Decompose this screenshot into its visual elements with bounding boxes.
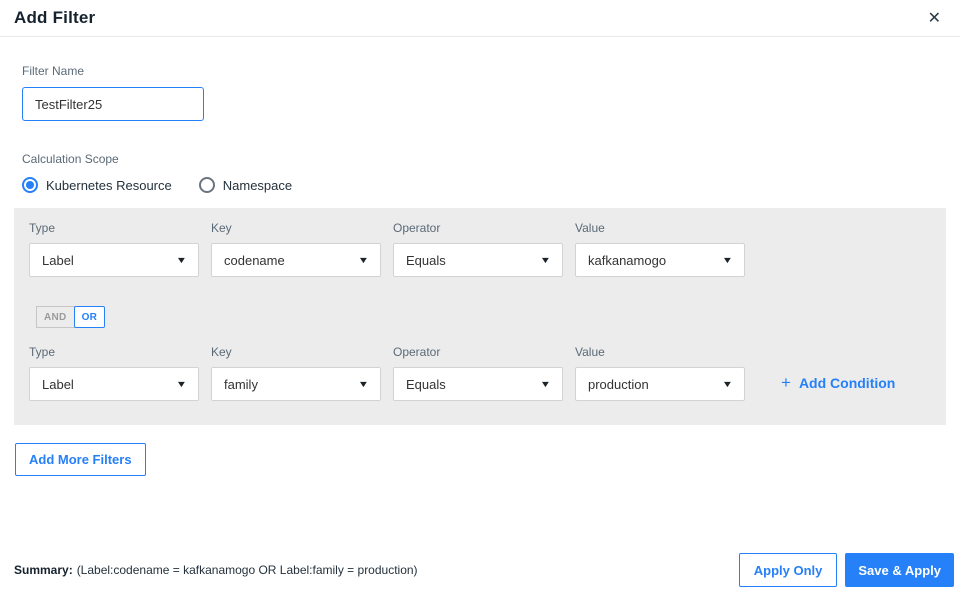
condition-field-type: Type Label ▼ xyxy=(29,221,199,277)
calculation-scope-label: Calculation Scope xyxy=(22,152,119,166)
chevron-down-icon: ▼ xyxy=(721,255,734,265)
condition-row-2: Type Label ▼ Key family ▼ Operator Equal… xyxy=(29,345,946,401)
condition-field-key: Key codename ▼ xyxy=(211,221,381,277)
save-apply-button[interactable]: Save & Apply xyxy=(845,553,954,587)
key-label: Key xyxy=(211,345,232,359)
chevron-down-icon: ▼ xyxy=(539,255,552,265)
radio-option-namespace[interactable]: Namespace xyxy=(198,177,293,193)
chevron-down-icon: ▼ xyxy=(357,379,370,389)
operator-dropdown[interactable]: Equals ▼ xyxy=(393,367,563,401)
value-dropdown[interactable]: kafkanamogo ▼ xyxy=(575,243,745,277)
chevron-down-icon: ▼ xyxy=(539,379,552,389)
dropdown-value: Equals xyxy=(406,376,446,392)
value-label: Value xyxy=(575,221,605,235)
filter-name-input[interactable] xyxy=(22,87,204,121)
radio-label: Kubernetes Resource xyxy=(46,177,172,193)
logic-toggle: AND OR xyxy=(36,306,106,328)
chevron-down-icon: ▼ xyxy=(357,255,370,265)
operator-dropdown[interactable]: Equals ▼ xyxy=(393,243,563,277)
dropdown-value: codename xyxy=(224,252,285,268)
page-title: Add Filter xyxy=(14,8,96,27)
radio-unselected-icon[interactable] xyxy=(198,177,215,193)
type-dropdown[interactable]: Label ▼ xyxy=(29,243,199,277)
plus-icon: + xyxy=(781,373,791,392)
summary: Summary: (Label:codename = kafkanamogo OR… xyxy=(14,563,418,577)
and-toggle-button[interactable]: AND xyxy=(36,306,75,328)
condition-field-key: Key family ▼ xyxy=(211,345,381,401)
radio-label: Namespace xyxy=(222,177,293,193)
dropdown-value: production xyxy=(588,376,649,392)
apply-only-button[interactable]: Apply Only xyxy=(738,553,838,587)
condition-field-value: Value production ▼ xyxy=(575,345,745,401)
dropdown-value: Equals xyxy=(406,252,446,268)
footer-buttons: Apply Only Save & Apply xyxy=(738,553,954,587)
modal-footer: Summary: (Label:codename = kafkanamogo OR… xyxy=(0,553,960,587)
type-label: Type xyxy=(29,345,56,359)
key-label: Key xyxy=(211,221,232,235)
condition-field-operator: Operator Equals ▼ xyxy=(393,221,563,277)
filter-name-label: Filter Name xyxy=(22,64,85,78)
type-label: Type xyxy=(29,221,56,235)
dropdown-value: Label xyxy=(42,252,74,268)
condition-field-value: Value kafkanamogo ▼ xyxy=(575,221,745,277)
value-dropdown[interactable]: production ▼ xyxy=(575,367,745,401)
type-dropdown[interactable]: Label ▼ xyxy=(29,367,199,401)
dropdown-value: Label xyxy=(42,376,74,392)
condition-field-operator: Operator Equals ▼ xyxy=(393,345,563,401)
radio-selected-icon[interactable] xyxy=(22,177,38,193)
modal-header: Add Filter ✕ xyxy=(0,0,960,37)
chevron-down-icon: ▼ xyxy=(175,379,188,389)
condition-row-1: Type Label ▼ Key codename ▼ Operator Equ… xyxy=(29,221,946,277)
or-toggle-button[interactable]: OR xyxy=(73,306,106,328)
radio-option-kubernetes-resource[interactable]: Kubernetes Resource xyxy=(22,177,172,193)
dropdown-value: family xyxy=(224,376,258,392)
add-condition-link[interactable]: + Add Condition xyxy=(781,373,895,393)
add-condition-label: Add Condition xyxy=(798,375,896,391)
value-label: Value xyxy=(575,345,605,359)
condition-field-type: Type Label ▼ xyxy=(29,345,199,401)
key-dropdown[interactable]: codename ▼ xyxy=(211,243,381,277)
operator-label: Operator xyxy=(393,345,441,359)
filter-name-section: Filter Name xyxy=(22,64,960,121)
conditions-panel: Type Label ▼ Key codename ▼ Operator Equ… xyxy=(14,208,946,425)
calculation-scope-section: Calculation Scope Kubernetes Resource Na… xyxy=(22,152,960,193)
scope-radio-group: Kubernetes Resource Namespace xyxy=(22,177,960,193)
chevron-down-icon: ▼ xyxy=(721,379,734,389)
chevron-down-icon: ▼ xyxy=(175,255,188,265)
operator-label: Operator xyxy=(393,221,441,235)
key-dropdown[interactable]: family ▼ xyxy=(211,367,381,401)
summary-label: Summary: xyxy=(14,563,73,577)
close-icon[interactable]: ✕ xyxy=(924,8,945,28)
summary-text: (Label:codename = kafkanamogo OR Label:f… xyxy=(76,563,418,577)
dropdown-value: kafkanamogo xyxy=(588,252,667,268)
add-more-filters-button[interactable]: Add More Filters xyxy=(15,443,146,476)
